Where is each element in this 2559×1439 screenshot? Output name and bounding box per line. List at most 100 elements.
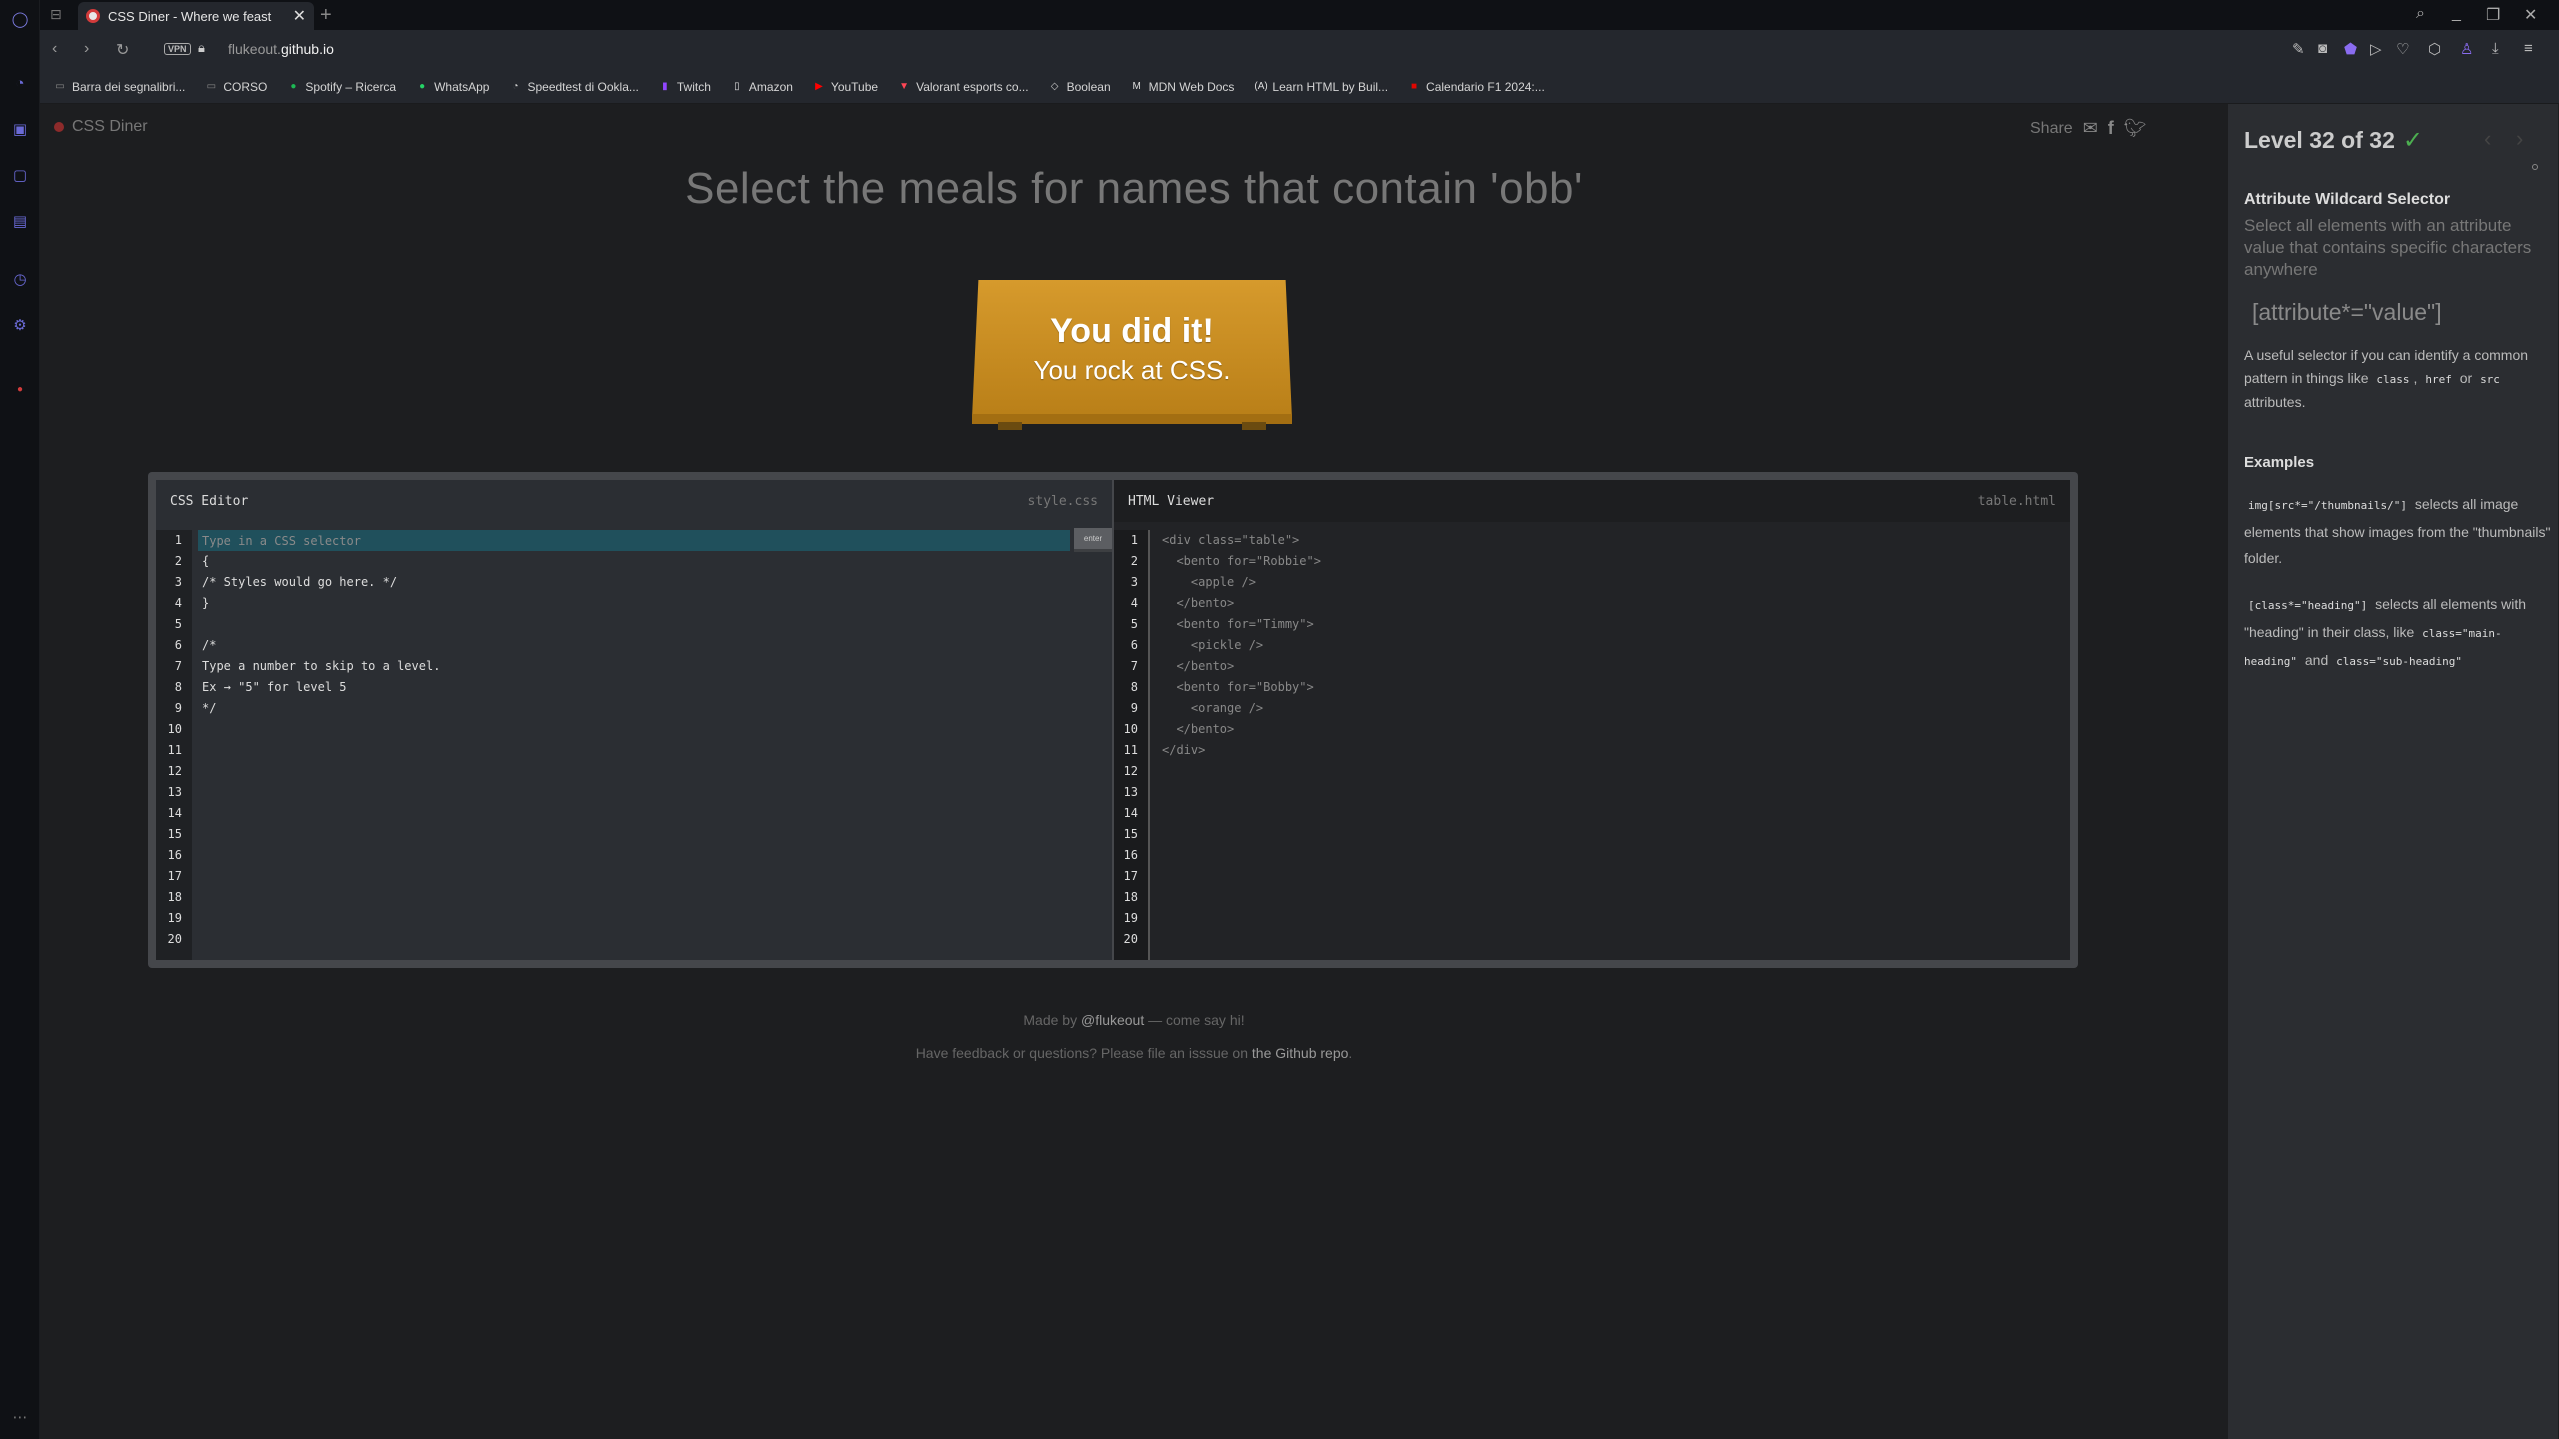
line-number: 3	[1130, 575, 1138, 589]
table-leg	[1242, 422, 1266, 430]
cube-icon[interactable]: ⬡	[2428, 40, 2441, 58]
search-tabs-icon[interactable]: ⌕	[2416, 5, 2425, 23]
bookmark-item[interactable]: ■ Calendario F1 2024:...	[1408, 80, 1545, 94]
bookmark-label: Valorant esports co...	[916, 79, 1029, 94]
github-repo-link[interactable]: the Github repo	[1252, 1045, 1349, 1061]
line-number: 6	[174, 638, 182, 652]
example-code: class="sub-heading"	[2336, 655, 2462, 668]
more-icon[interactable]: ⋯	[11, 1408, 29, 1426]
twitch-sidebar-icon[interactable]: ▢	[11, 166, 29, 184]
bookmark-label: YouTube	[830, 79, 879, 94]
new-tab-icon[interactable]: +	[320, 4, 332, 27]
twitter-icon[interactable]: 🐦︎	[2124, 118, 2147, 139]
speedtest-icon: ◔	[512, 80, 519, 92]
bookmark-item[interactable]: ▼ Valorant esports co...	[898, 79, 1029, 94]
line-number: 14	[1123, 806, 1138, 820]
bookmark-item[interactable]: ▭ Barra dei segnalibri...	[54, 80, 185, 94]
line-number: 1	[1130, 533, 1138, 547]
html-code-line: </bento>	[1162, 659, 1235, 673]
facebook-icon[interactable]: f	[2108, 118, 2114, 139]
email-icon[interactable]: ✉	[2083, 118, 2098, 139]
aria-icon[interactable]: ◔	[11, 74, 29, 92]
bookmark-item[interactable]: ▶ YouTube	[813, 80, 878, 94]
profile-icon[interactable]: ♙	[2460, 40, 2473, 58]
level-indicator[interactable]: Level 32 of 32	[2244, 127, 2395, 154]
f1-icon: ■	[1411, 80, 1418, 92]
line-number: 3	[174, 575, 182, 589]
line-number: 19	[1123, 911, 1138, 925]
previous-level-icon[interactable]: ‹	[2484, 126, 2491, 152]
bookmark-item[interactable]: ▮ Twitch	[659, 80, 711, 94]
html-code-line: <bento for="Bobby">	[1162, 680, 1314, 694]
tab-title: CSS Diner - Where we feast	[108, 8, 272, 24]
next-level-icon[interactable]: ›	[2516, 126, 2523, 152]
line-number: 10	[167, 722, 182, 736]
extension-icon[interactable]: ●	[11, 380, 29, 398]
enter-button[interactable]: enter	[1074, 528, 1112, 552]
bookmark-item[interactable]: M MDN Web Docs	[1131, 80, 1234, 94]
edit-icon[interactable]: ✎	[2292, 40, 2305, 58]
line-number: 4	[174, 596, 182, 610]
line-number: 7	[1130, 659, 1138, 673]
footer-credit-prefix: Made by	[1023, 1012, 1081, 1028]
css-diner-logo[interactable]: CSS Diner	[54, 118, 148, 136]
reload-icon[interactable]: ↻	[116, 40, 129, 60]
html-code-line: <apple />	[1162, 575, 1256, 589]
bookmark-item[interactable]: ▯ Amazon	[731, 80, 793, 94]
address-bar: ‹ › ↻ VPN 🔒︎ flukeout.github.io ✎ ◙ ⬟ ▷ …	[40, 30, 2559, 70]
selector-hint: A useful selector if you can identify a …	[2244, 344, 2554, 414]
css-diner-favicon-icon	[86, 9, 100, 23]
whatsapp-icon: ●	[419, 80, 426, 92]
level-header[interactable]: Level 32 of 32 ✓	[2244, 126, 2558, 155]
footer-credit: Made by @flukeout — come say hi!	[40, 1004, 2228, 1037]
workspaces-icon[interactable]: ▣	[11, 120, 29, 138]
back-icon[interactable]: ‹	[52, 40, 57, 58]
bookmark-item[interactable]: ● Spotify – Ricerca	[287, 80, 396, 94]
bookmarks-sidebar-icon[interactable]: ▤	[11, 212, 29, 230]
url-prefix: flukeout.	[228, 41, 281, 57]
send-icon[interactable]: ▷	[2370, 40, 2382, 58]
restore-icon[interactable]: ❐	[2486, 5, 2500, 25]
html-code-line: </div>	[1162, 743, 1206, 757]
mdn-icon: M	[1132, 80, 1141, 92]
bookmark-item[interactable]: (A) Learn HTML by Buil...	[1254, 80, 1388, 94]
footer-feedback-suffix: .	[1348, 1045, 1353, 1061]
menu-icon[interactable]: ≡	[2524, 40, 2533, 57]
settings-icon[interactable]: ⚙	[11, 316, 29, 334]
tab-css-diner[interactable]: CSS Diner - Where we feast ✕	[78, 2, 314, 30]
css-selector-input[interactable]	[198, 530, 1070, 551]
close-window-icon[interactable]: ✕	[2524, 5, 2537, 25]
html-code-line: <bento for="Timmy">	[1162, 617, 1314, 631]
folder-icon: ▭	[55, 80, 65, 92]
lock-icon[interactable]: 🔒︎	[198, 40, 205, 56]
opera-menu-icon[interactable]: ◯	[11, 10, 29, 28]
bookmark-item[interactable]: ▭ CORSO	[205, 79, 268, 94]
selector-syntax: [attribute*="value"]	[2252, 299, 2442, 325]
shield-icon[interactable]: ⬟	[2344, 40, 2357, 58]
bookmark-label: CORSO	[223, 79, 268, 94]
minimize-icon[interactable]: _	[2452, 5, 2461, 23]
twitch-icon: ▮	[662, 80, 668, 92]
bookmark-item[interactable]: ◇ Boolean	[1049, 80, 1111, 94]
tab-menu-icon[interactable]: ⊟	[50, 6, 62, 23]
footer-feedback: Have feedback or questions? Please file …	[40, 1037, 2228, 1070]
win-title: You did it!	[1050, 312, 1214, 350]
heart-icon[interactable]: ♡	[2396, 40, 2409, 58]
bookmark-item[interactable]: ◔ Speedtest di Ookla...	[509, 80, 638, 94]
history-icon[interactable]: ◷	[11, 270, 29, 288]
bookmark-item[interactable]: ● WhatsApp	[416, 80, 489, 94]
forward-icon[interactable]: ›	[84, 40, 89, 58]
bookmark-label: Learn HTML by Buil...	[1272, 79, 1389, 94]
close-tab-icon[interactable]: ✕	[293, 6, 306, 26]
url-field[interactable]: flukeout.github.io	[228, 41, 334, 57]
css-code: {/* Styles would go here. */} /* Type a nu…	[202, 530, 440, 719]
flukeout-link[interactable]: @flukeout	[1081, 1012, 1144, 1028]
hint-text: or	[2459, 370, 2473, 386]
camera-icon[interactable]: ◙	[2318, 40, 2327, 57]
download-icon[interactable]: ⤓	[2492, 40, 2499, 57]
line-number: 13	[1123, 785, 1138, 799]
vpn-badge[interactable]: VPN	[164, 43, 191, 55]
html-code-line: </bento>	[1162, 596, 1235, 610]
bookmark-label: Calendario F1 2024:...	[1426, 79, 1545, 94]
level-menu-icon[interactable]	[2532, 164, 2538, 170]
